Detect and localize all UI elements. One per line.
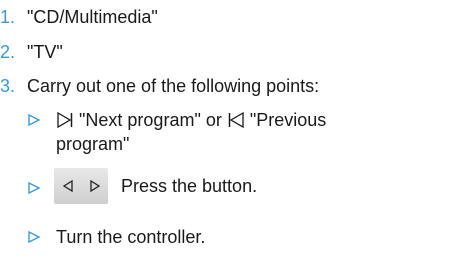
seek-forward-half: [81, 168, 108, 204]
next-program-label: "Next program" or: [79, 110, 222, 130]
press-button-text: Press the button.: [121, 176, 258, 196]
step-2: 2. "TV": [0, 40, 63, 64]
step-3: 3. Carry out one of the following points:: [0, 74, 319, 98]
triangle-bullet-icon: [28, 181, 41, 195]
step-text: Carry out one of the following points:: [27, 76, 320, 96]
right-triangle-icon: [89, 180, 100, 192]
seek-back-half: [54, 168, 81, 204]
previous-program-label: "Previous: [249, 110, 327, 130]
step-number: 1.: [0, 7, 16, 27]
skip-next-icon: [57, 111, 73, 129]
option-press-button: Press the button.: [27, 168, 447, 208]
option-text-continued: program": [56, 134, 130, 154]
step-number: 3.: [0, 76, 16, 96]
option-next-previous-program: "Next program" or "Previous program": [27, 108, 447, 160]
step-text: "CD/Multimedia": [27, 7, 158, 27]
triangle-bullet-icon: [28, 230, 41, 244]
skip-previous-icon: [228, 111, 244, 129]
turn-controller-text: Turn the controller.: [56, 227, 206, 247]
step-number: 2.: [0, 42, 16, 62]
seek-rocker-button: [54, 168, 108, 204]
triangle-bullet-icon: [28, 113, 41, 127]
left-triangle-icon: [62, 180, 73, 192]
step-1: 1. "CD/Multimedia": [0, 5, 158, 29]
step-text: "TV": [27, 42, 63, 62]
instruction-document: 1. "CD/Multimedia" 2. "TV" 3. Carry out one…: [0, 0, 452, 271]
option-text: "Next program" or "Previous: [56, 108, 326, 132]
option-turn-controller: Turn the controller.: [27, 225, 447, 251]
